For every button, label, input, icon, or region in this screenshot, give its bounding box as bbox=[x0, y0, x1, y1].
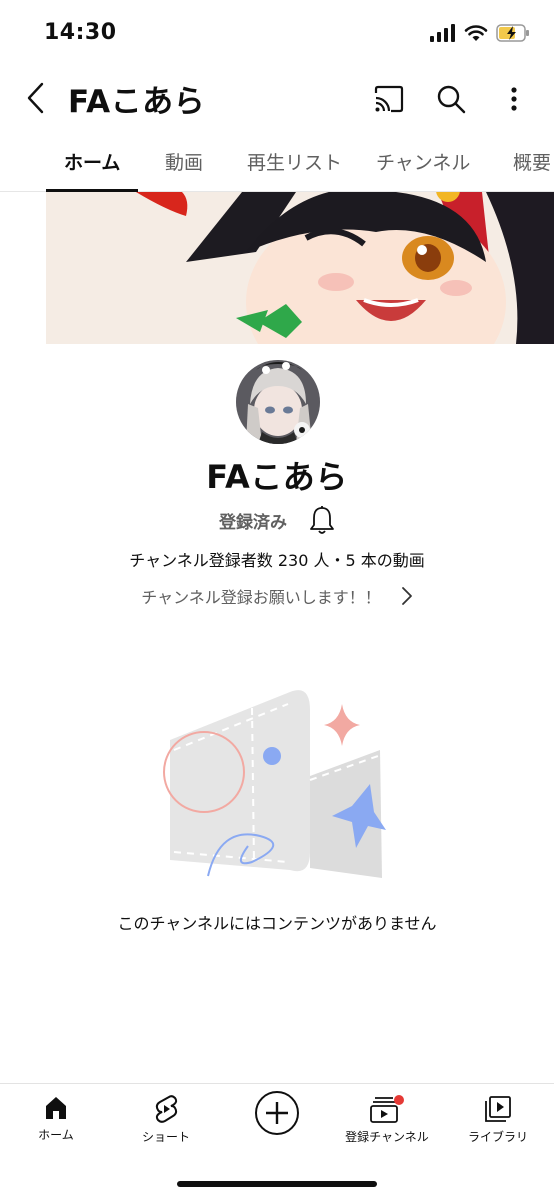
empty-state-illustration bbox=[160, 680, 390, 880]
tab-channels[interactable]: チャンネル bbox=[376, 148, 470, 175]
nav-subscriptions-label: 登録チャンネル bbox=[345, 1130, 429, 1144]
search-icon bbox=[437, 85, 466, 114]
nav-home[interactable]: ホーム bbox=[1, 1094, 111, 1143]
wifi-icon bbox=[464, 25, 488, 41]
chevron-left-icon bbox=[27, 82, 44, 114]
subscribed-button[interactable]: 登録済み bbox=[219, 508, 287, 533]
cast-icon bbox=[374, 85, 404, 113]
home-indicator bbox=[177, 1181, 377, 1187]
tab-videos[interactable]: 動画 bbox=[165, 148, 203, 175]
battery-charging-icon bbox=[496, 24, 529, 42]
nav-create[interactable] bbox=[222, 1090, 332, 1136]
more-vert-icon bbox=[511, 87, 517, 111]
home-icon bbox=[46, 1097, 66, 1119]
nav-subscriptions[interactable]: 登録チャンネル bbox=[332, 1094, 442, 1145]
notification-bell-button[interactable] bbox=[309, 505, 335, 535]
empty-state-message: このチャンネルにはコンテンツがありません bbox=[117, 914, 437, 933]
nav-shorts[interactable]: ショート bbox=[111, 1094, 221, 1145]
tab-home[interactable]: ホーム bbox=[64, 148, 120, 175]
channel-name: FAこあら bbox=[206, 458, 348, 496]
nav-shorts-label: ショート bbox=[141, 1130, 190, 1144]
channel-avatar bbox=[236, 360, 320, 444]
channel-banner bbox=[46, 192, 554, 344]
banner-artwork bbox=[46, 192, 554, 344]
channel-description: チャンネル登録お願いします！！ bbox=[141, 588, 381, 607]
shorts-icon bbox=[155, 1095, 178, 1123]
subscription-row: 登録済み bbox=[0, 505, 554, 535]
tab-playlists[interactable]: 再生リスト bbox=[247, 148, 342, 175]
status-time: 14:30 bbox=[44, 20, 117, 45]
search-button[interactable] bbox=[434, 82, 468, 116]
page-title: FAこあら bbox=[68, 84, 206, 120]
channel-tabs: ホーム 動画 再生リスト チャンネル 概要 bbox=[0, 140, 554, 192]
library-icon bbox=[485, 1096, 511, 1122]
cast-button[interactable] bbox=[370, 82, 408, 116]
subscriptions-icon bbox=[370, 1095, 404, 1123]
nav-library[interactable]: ライブラリ bbox=[443, 1094, 553, 1145]
avatar-artwork bbox=[236, 360, 320, 444]
create-icon bbox=[255, 1091, 299, 1135]
nav-home-label: ホーム bbox=[38, 1128, 74, 1142]
tab-about[interactable]: 概要 bbox=[513, 148, 551, 175]
channel-description-row[interactable]: チャンネル登録お願いします！！ bbox=[0, 584, 554, 608]
signal-icon bbox=[430, 24, 455, 42]
more-options-button[interactable] bbox=[500, 82, 528, 116]
nav-library-label: ライブラリ bbox=[467, 1130, 528, 1144]
channel-stats: チャンネル登録者数 230 人・5 本の動画 bbox=[129, 551, 425, 570]
back-button[interactable] bbox=[20, 80, 50, 116]
chevron-right-icon bbox=[401, 587, 412, 605]
status-icons bbox=[430, 24, 530, 42]
empty-channel-illustration bbox=[163, 690, 386, 878]
bell-icon bbox=[310, 506, 334, 534]
